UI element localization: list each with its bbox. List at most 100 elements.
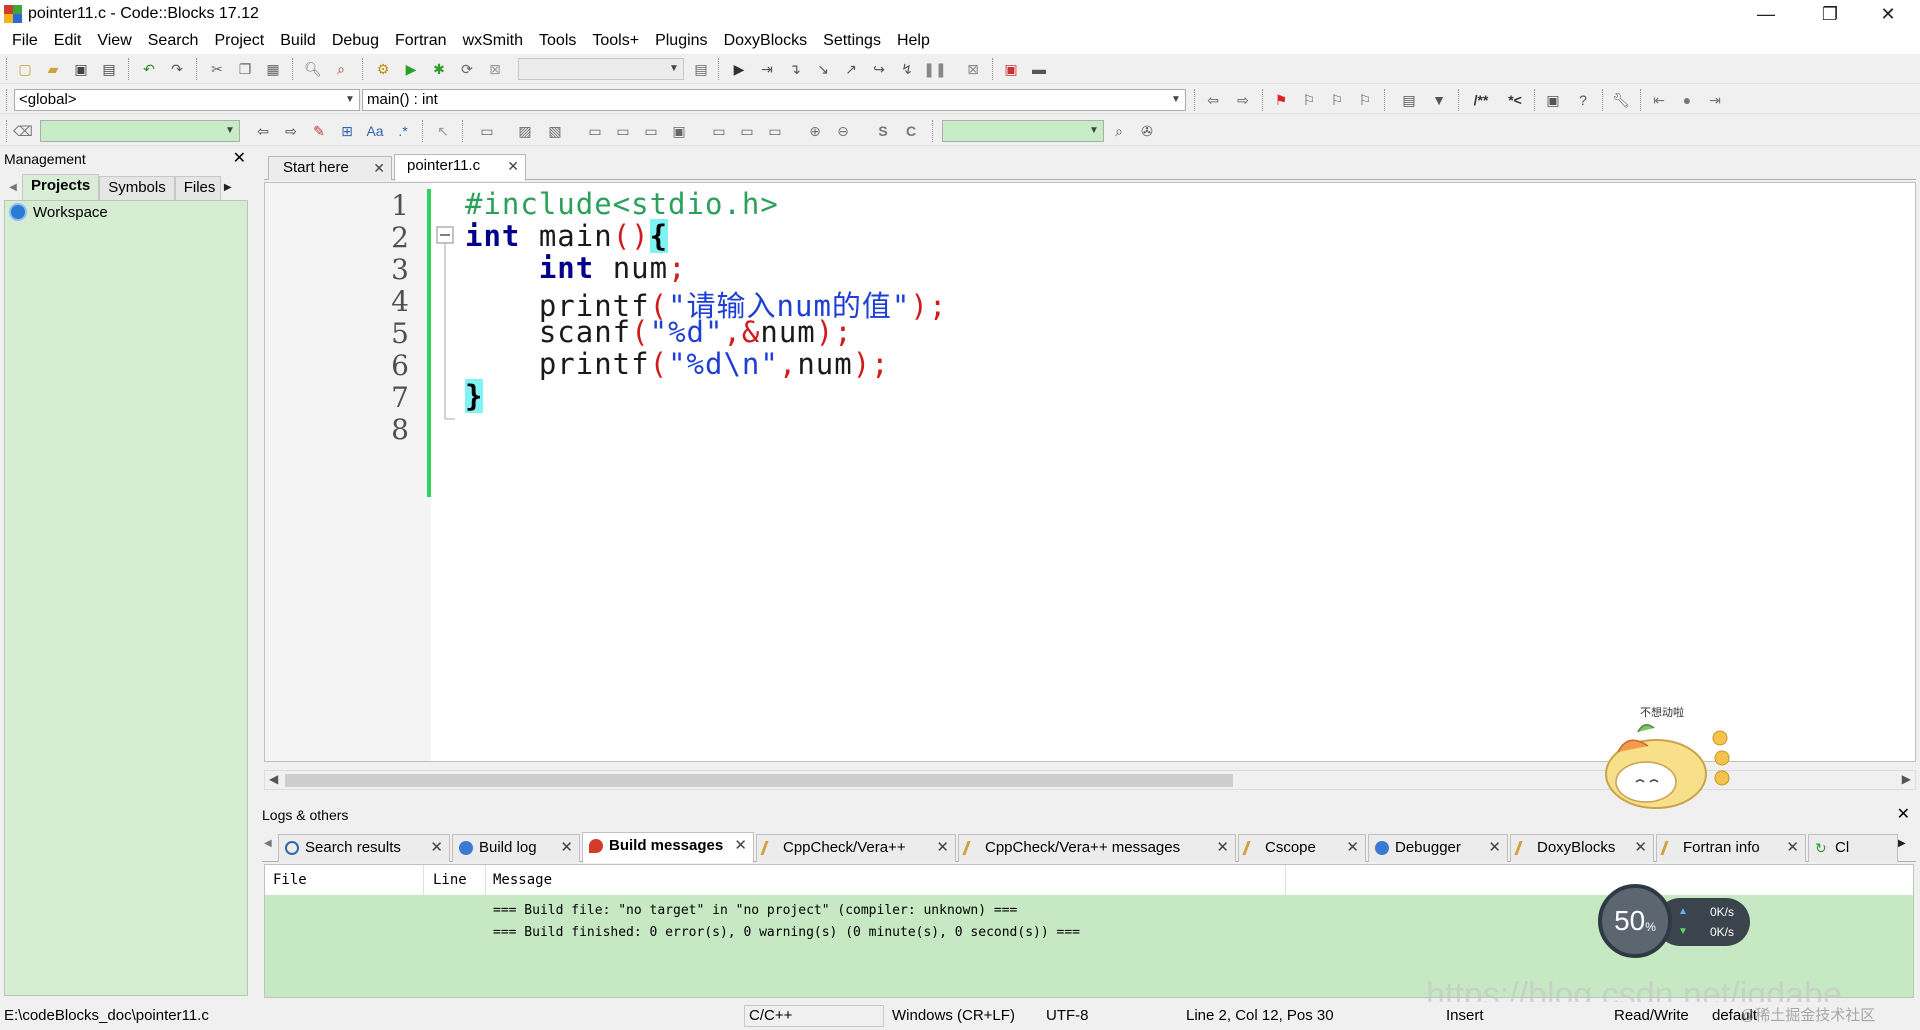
debug-info-icon[interactable]: ▬: [1028, 58, 1050, 80]
zoom-in-icon[interactable]: ⊕: [804, 120, 826, 142]
widget-box7-icon[interactable]: ▭: [764, 120, 786, 142]
clear-icon[interactable]: ⌫: [12, 120, 34, 142]
letter-c-icon[interactable]: C: [900, 120, 922, 142]
tab-doxyblocks[interactable]: DoxyBlocks ✕: [1510, 834, 1654, 862]
find-icon[interactable]: 🔍︎: [302, 58, 324, 80]
close-icon[interactable]: ✕: [936, 835, 949, 861]
function-select[interactable]: main() : int ▼: [362, 89, 1186, 111]
close-icon[interactable]: ✕: [1897, 804, 1910, 826]
symbol-combo[interactable]: ▼: [942, 120, 1104, 142]
minimize-button[interactable]: —: [1738, 0, 1794, 28]
select-text-icon[interactable]: ⊞: [336, 120, 358, 142]
close-icon[interactable]: ✕: [430, 835, 443, 861]
close-icon[interactable]: ✕: [1216, 835, 1229, 861]
close-icon[interactable]: ✕: [560, 835, 573, 861]
undo-icon[interactable]: ↶: [138, 58, 160, 80]
bookmark-clear-icon[interactable]: ⚐: [1354, 89, 1376, 111]
tab-projects[interactable]: Projects: [22, 174, 100, 200]
cut-icon[interactable]: ✂: [206, 58, 228, 80]
tab-fortran-info[interactable]: Fortran info ✕: [1656, 834, 1806, 862]
save-icon[interactable]: ▣: [70, 58, 92, 80]
pause-icon[interactable]: ❚❚: [923, 58, 946, 80]
tab-build-messages[interactable]: Build messages ✕: [582, 832, 754, 863]
tab-symbols[interactable]: Symbols: [99, 176, 175, 200]
tab-pointer11[interactable]: pointer11.c ✕: [394, 154, 526, 181]
jump-back-icon[interactable]: ⇦: [1202, 89, 1224, 111]
zoom-out-icon[interactable]: ⊖: [832, 120, 854, 142]
rebuild-icon[interactable]: ⟳: [456, 58, 478, 80]
save-all-icon[interactable]: ▤: [98, 58, 120, 80]
stop-debug-icon[interactable]: ⊠: [962, 58, 984, 80]
widget-box3-icon[interactable]: ▭: [640, 120, 662, 142]
jump-end-icon[interactable]: ⇥: [1704, 89, 1726, 111]
close-icon[interactable]: ✕: [1346, 835, 1359, 861]
menu-tools-plus[interactable]: Tools+: [584, 32, 647, 50]
widget-box1-icon[interactable]: ▭: [584, 120, 606, 142]
match-case-icon[interactable]: Aa: [364, 120, 386, 142]
doxy-help-icon[interactable]: ?: [1572, 89, 1594, 111]
wrench-icon[interactable]: 🔧︎: [1610, 89, 1632, 111]
scroll-left-icon[interactable]: ◀: [269, 772, 278, 786]
menu-tools[interactable]: Tools: [531, 32, 584, 50]
marker-icon[interactable]: ●: [1676, 89, 1698, 111]
tab-build-log[interactable]: Build log ✕: [452, 834, 580, 862]
widget-box4-icon[interactable]: ▣: [668, 120, 690, 142]
menu-view[interactable]: View: [89, 32, 139, 50]
menu-wxsmith[interactable]: wxSmith: [455, 32, 531, 50]
tab-cl[interactable]: ↻ Cl: [1808, 834, 1898, 862]
new-file-icon[interactable]: ▢: [14, 58, 36, 80]
redo-icon[interactable]: ↷: [166, 58, 188, 80]
table-row[interactable]: === Build finished: 0 error(s), 0 warnin…: [493, 925, 1080, 940]
pointer-icon[interactable]: ↖: [432, 120, 454, 142]
menu-search[interactable]: Search: [140, 32, 207, 50]
doxy-run-icon[interactable]: ▣: [1542, 89, 1564, 111]
tab-scroll-right-icon[interactable]: ▶: [221, 176, 235, 200]
menu-file[interactable]: File: [4, 32, 46, 50]
debug-windows-icon[interactable]: ▣: [1000, 58, 1022, 80]
step-out-icon[interactable]: ↗: [840, 58, 862, 80]
settings-wrench-icon[interactable]: ✇: [1136, 120, 1158, 142]
menu-fortran[interactable]: Fortran: [387, 32, 455, 50]
widget-panel-icon[interactable]: ▭: [476, 120, 498, 142]
close-icon[interactable]: ✕: [1634, 835, 1647, 861]
bookmark-toggle-icon[interactable]: ⚑: [1270, 89, 1292, 111]
scope-select[interactable]: <global> ▼: [14, 89, 360, 111]
widget-text-icon[interactable]: ▧: [544, 120, 566, 142]
menu-settings[interactable]: Settings: [815, 32, 889, 50]
tab-search-results[interactable]: Search results ✕: [278, 834, 450, 862]
step-instruction-icon[interactable]: ↯: [896, 58, 918, 80]
paste-icon[interactable]: ▦: [262, 58, 284, 80]
regex-icon[interactable]: .*: [392, 120, 414, 142]
widget-image-icon[interactable]: ▨: [514, 120, 536, 142]
close-icon[interactable]: ✕: [1786, 835, 1799, 861]
menu-project[interactable]: Project: [206, 32, 272, 50]
widget-box2-icon[interactable]: ▭: [612, 120, 634, 142]
tab-scroll-left-icon[interactable]: ◀: [264, 838, 272, 849]
back-arrow-icon[interactable]: ⇦: [252, 120, 274, 142]
next-line-icon[interactable]: ↴: [784, 58, 806, 80]
tree-item-workspace[interactable]: Workspace: [5, 201, 247, 223]
widget-box6-icon[interactable]: ▭: [736, 120, 758, 142]
build-and-run-icon[interactable]: ✱: [428, 58, 450, 80]
menu-plugins[interactable]: Plugins: [647, 32, 715, 50]
tab-cppcheck[interactable]: CppCheck/Vera++ ✕: [756, 834, 956, 862]
table-row[interactable]: === Build file: "no target" in "no proje…: [493, 903, 1017, 918]
close-window-button[interactable]: ✕: [1860, 0, 1916, 28]
menu-build[interactable]: Build: [272, 32, 324, 50]
run-to-cursor-icon[interactable]: ⇥: [756, 58, 778, 80]
debug-run-icon[interactable]: ▶: [728, 58, 750, 80]
close-icon[interactable]: ✕: [373, 157, 385, 179]
close-icon[interactable]: ✕: [1488, 835, 1501, 861]
copy-icon[interactable]: ❐: [234, 58, 256, 80]
tab-cscope[interactable]: Cscope ✕: [1238, 834, 1366, 862]
open-folder-icon[interactable]: ▰: [42, 58, 64, 80]
search-combo[interactable]: ▼: [40, 120, 240, 142]
close-icon[interactable]: ✕: [507, 155, 519, 177]
bookmark-next-icon[interactable]: ⚐: [1326, 89, 1348, 111]
doxy-comment-block-icon[interactable]: /**: [1466, 89, 1496, 111]
close-icon[interactable]: ✕: [233, 148, 246, 170]
tab-start-here[interactable]: Start here ✕: [268, 156, 392, 180]
jump-start-icon[interactable]: ⇤: [1648, 89, 1670, 111]
search-symbol-icon[interactable]: ⌕: [1108, 120, 1130, 142]
letter-s-icon[interactable]: S: [872, 120, 894, 142]
